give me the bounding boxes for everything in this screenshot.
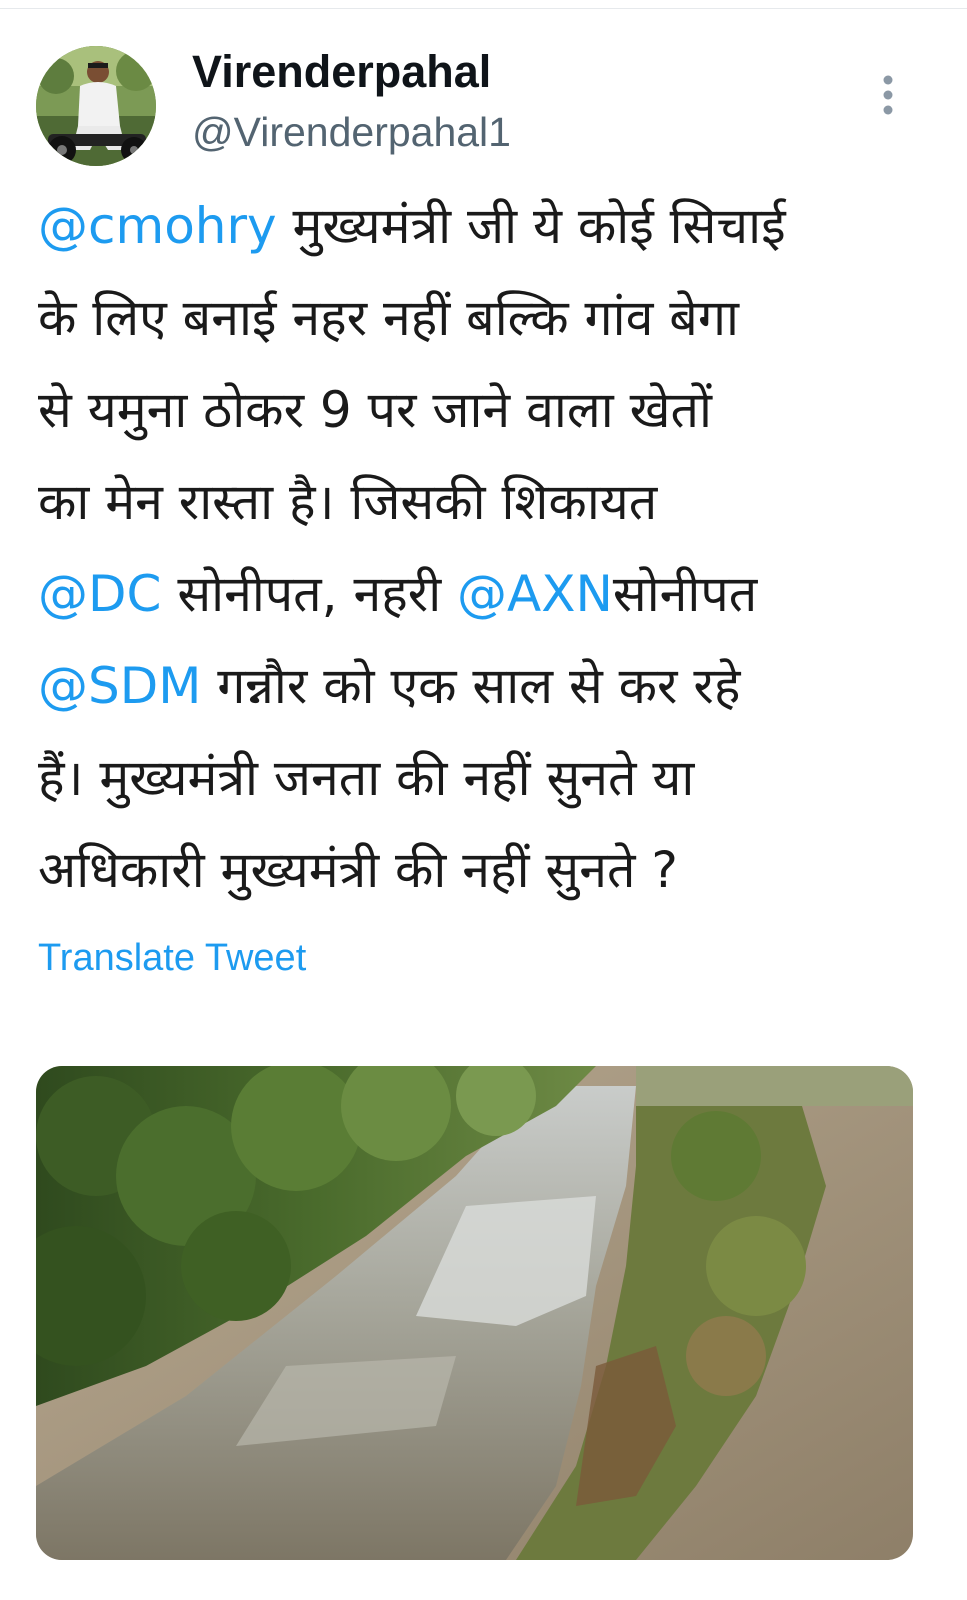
tweet-text-segment: सोनीपत, नहरी bbox=[161, 565, 458, 623]
tweet-text-segment: से यमुना ठोकर 9 पर जाने वाला खेतों bbox=[38, 381, 712, 439]
tweet-media-image[interactable] bbox=[36, 1066, 913, 1560]
more-options-button[interactable] bbox=[870, 70, 906, 120]
top-divider bbox=[0, 8, 967, 9]
display-name[interactable]: Virenderpahal bbox=[192, 44, 491, 100]
tweet-line: का मेन रास्ता है। जिसकी शिकायत bbox=[38, 456, 933, 548]
tweet-text: @cmohry मुख्यमंत्री जी ये कोई सिचाई के ल… bbox=[38, 180, 933, 916]
tweet-line: @SDM गन्नौर को एक साल से कर रहे bbox=[38, 640, 933, 732]
tweet-line: @DC सोनीपत, नहरी @AXNसोनीपत bbox=[38, 548, 933, 640]
translate-tweet-link[interactable]: Translate Tweet bbox=[38, 932, 306, 984]
avatar-photo bbox=[36, 46, 156, 166]
tweet-line: हैं। मुख्यमंत्री जनता की नहीं सुनते या bbox=[38, 732, 933, 824]
mention-link[interactable]: @SDM bbox=[38, 657, 201, 715]
mention-link[interactable]: @AXN bbox=[457, 565, 613, 623]
tweet-line: से यमुना ठोकर 9 पर जाने वाला खेतों bbox=[38, 364, 933, 456]
user-handle[interactable]: @Virenderpahal1 bbox=[192, 106, 511, 158]
tweet-text-segment: अधिकारी मुख्यमंत्री की नहीं सुनते ? bbox=[38, 841, 678, 899]
tweet-text-segment: का मेन रास्ता है। जिसकी शिकायत bbox=[38, 473, 658, 531]
tweet-text-segment: सोनीपत bbox=[612, 565, 758, 623]
tweet-text-segment: के लिए बनाई नहर नहीं बल्कि गांव बेगा bbox=[38, 289, 739, 347]
tweet-line: के लिए बनाई नहर नहीं बल्कि गांव बेगा bbox=[38, 272, 933, 364]
mention-link[interactable]: @cmohry bbox=[38, 197, 277, 255]
tweet-text-segment: गन्नौर को एक साल से कर रहे bbox=[201, 657, 741, 715]
tweet-line: @cmohry मुख्यमंत्री जी ये कोई सिचाई bbox=[38, 180, 933, 272]
tweet-text-segment: मुख्यमंत्री जी ये कोई सिचाई bbox=[276, 197, 786, 255]
tweet-line: अधिकारी मुख्यमंत्री की नहीं सुनते ? bbox=[38, 824, 933, 916]
avatar[interactable] bbox=[36, 46, 156, 166]
canal-photo bbox=[36, 1066, 913, 1560]
mention-link[interactable]: @DC bbox=[38, 565, 161, 623]
tweet-text-segment: हैं। मुख्यमंत्री जनता की नहीं सुनते या bbox=[38, 749, 695, 807]
more-vertical-icon bbox=[883, 75, 893, 115]
